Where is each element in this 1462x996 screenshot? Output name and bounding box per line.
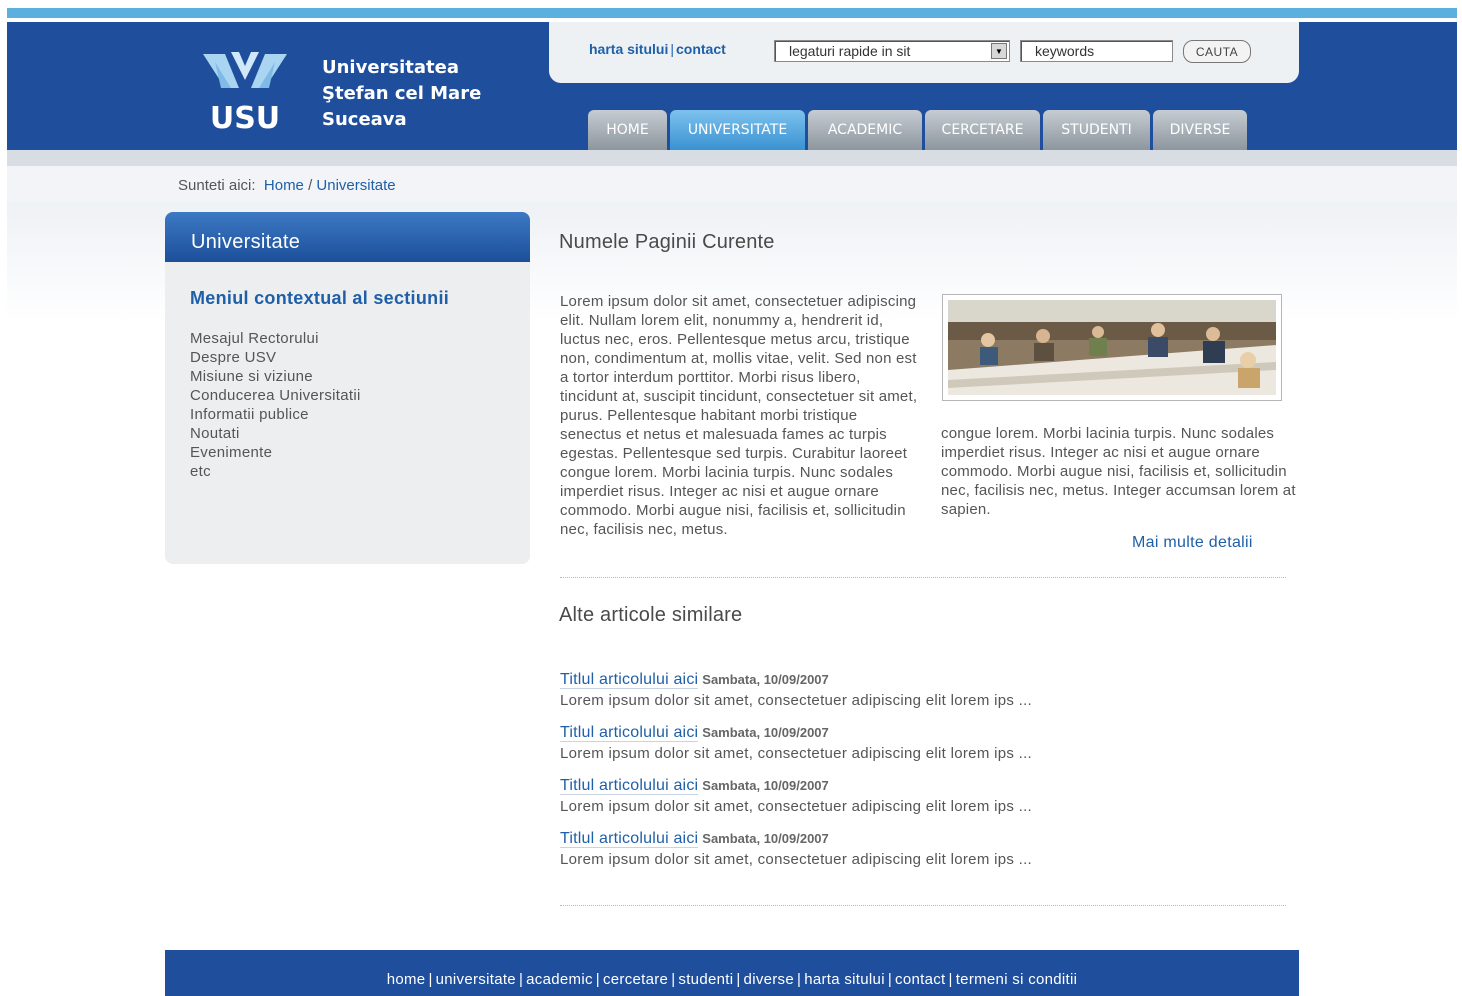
- search-input[interactable]: keywords: [1020, 40, 1173, 62]
- context-menu-item[interactable]: Despre USV: [190, 348, 361, 367]
- breadcrumb-current-link[interactable]: Universitate: [316, 177, 395, 194]
- article-title-link[interactable]: Titlul articolului aici: [560, 671, 699, 689]
- article-summary: Lorem ipsum dolor sit amet, consectetuer…: [560, 692, 1033, 709]
- link-separator: |: [671, 971, 676, 988]
- article-title-link[interactable]: Titlul articolului aici: [560, 830, 699, 848]
- footer-link-diverse[interactable]: diverse: [744, 971, 794, 988]
- article-date: Sambata, 10/09/2007: [702, 725, 829, 740]
- link-separator: |: [595, 971, 600, 988]
- tab-studenti[interactable]: STUDENTI: [1043, 110, 1150, 150]
- context-menu-item[interactable]: Informatii publice: [190, 405, 361, 424]
- list-item: Titlul articolului aici Sambata, 10/09/20…: [560, 829, 1280, 882]
- list-item: Titlul articolului aici Sambata, 10/09/20…: [560, 776, 1280, 829]
- context-menu-item[interactable]: Conducerea Universitatii: [190, 386, 361, 405]
- quick-links-value: legaturi rapide in sit: [789, 43, 911, 59]
- site-footer: home | universitate | academic | cercetare | stu…: [165, 950, 1299, 996]
- footer-links: home | universitate | academic | cercetare | stu…: [165, 971, 1299, 988]
- context-menu-item[interactable]: Mesajul Rectorului: [190, 329, 361, 348]
- article-date: Sambata, 10/09/2007: [702, 778, 829, 793]
- quick-links-select[interactable]: legaturi rapide in sit ▼: [774, 40, 1010, 62]
- university-name[interactable]: Universitatea Ştefan cel Mare Suceava: [322, 55, 481, 133]
- article-summary: Lorem ipsum dolor sit amet, consectetuer…: [560, 745, 1033, 762]
- utility-panel: harta sitului | contact legaturi rapide in…: [549, 22, 1299, 83]
- article-title-link[interactable]: Titlul articolului aici: [560, 777, 699, 795]
- sidebar: Universitate Meniul contextual al sectiu…: [165, 212, 530, 564]
- dotted-divider: [560, 577, 1286, 578]
- tab-diverse[interactable]: DIVERSE: [1153, 110, 1247, 150]
- main-nav-tabs: HOME UNIVERSITATE ACADEMIC CERCETARE STU…: [588, 110, 1250, 150]
- article-body-right: congue lorem. Morbi lacinia turpis. Nunc…: [941, 425, 1296, 518]
- svg-text:USU: USU: [210, 101, 280, 132]
- article-photo: [942, 294, 1282, 401]
- link-separator: |: [518, 971, 524, 988]
- dotted-divider: [560, 905, 1286, 906]
- article-title-link[interactable]: Titlul articolului aici: [560, 724, 699, 742]
- utility-links: harta sitului | contact: [589, 41, 726, 57]
- search-button[interactable]: CAUTA: [1183, 40, 1251, 63]
- search-input-value: keywords: [1035, 43, 1095, 59]
- usv-logo-icon[interactable]: USU: [195, 48, 295, 132]
- page-title: Numele Paginii Curente: [559, 231, 775, 253]
- context-menu-item[interactable]: Noutati: [190, 424, 361, 443]
- article-date: Sambata, 10/09/2007: [702, 672, 829, 687]
- sidebar-header: Universitate: [165, 212, 530, 262]
- breadcrumb-separator: /: [308, 177, 313, 194]
- breadcrumb-home-link[interactable]: Home: [264, 177, 304, 194]
- footer-link-universitate[interactable]: universitate: [436, 971, 516, 988]
- breadcrumb-prefix: Sunteti aici:: [178, 177, 256, 194]
- tab-cercetare[interactable]: CERCETARE: [925, 110, 1040, 150]
- tab-universitate[interactable]: UNIVERSITATE: [670, 110, 805, 150]
- university-name-line: Universitatea: [322, 57, 460, 78]
- link-separator: |: [670, 41, 674, 57]
- university-name-line: Ştefan cel Mare: [322, 83, 482, 104]
- footer-link-studenti[interactable]: studenti: [678, 971, 733, 988]
- link-separator: |: [948, 971, 953, 988]
- article-body-left: Lorem ipsum dolor sit amet, consectetuer…: [560, 293, 918, 538]
- university-name-line: Suceava: [322, 109, 407, 130]
- context-menu-item[interactable]: Evenimente: [190, 443, 361, 462]
- dropdown-arrow-icon[interactable]: ▼: [991, 43, 1007, 59]
- article-summary: Lorem ipsum dolor sit amet, consectetuer…: [560, 851, 1033, 868]
- footer-link-terms[interactable]: termeni si conditii: [956, 971, 1078, 988]
- contact-link[interactable]: contact: [676, 41, 726, 57]
- footer-link-home[interactable]: home: [387, 971, 426, 988]
- list-item: Titlul articolului aici Sambata, 10/09/20…: [560, 670, 1280, 723]
- breadcrumb: Sunteti aici: Home / Universitate: [178, 177, 396, 194]
- sitemap-link[interactable]: harta sitului: [589, 41, 668, 57]
- link-separator: |: [887, 971, 893, 988]
- article-summary: Lorem ipsum dolor sit amet, consectetuer…: [560, 798, 1033, 815]
- footer-link-academic[interactable]: academic: [526, 971, 593, 988]
- context-menu-title: Meniul contextual al sectiunii: [190, 288, 450, 308]
- tab-academic[interactable]: ACADEMIC: [808, 110, 922, 150]
- tab-home[interactable]: HOME: [588, 110, 667, 150]
- link-separator: |: [428, 971, 433, 988]
- more-details-link[interactable]: Mai multe detalii: [1132, 534, 1253, 552]
- footer-link-cercetare[interactable]: cercetare: [603, 971, 668, 988]
- header-shadow-band: [7, 150, 1457, 166]
- context-menu-item[interactable]: Misiune si viziune: [190, 367, 361, 386]
- link-separator: |: [797, 971, 802, 988]
- list-item: Titlul articolului aici Sambata, 10/09/20…: [560, 723, 1280, 776]
- top-accent-stripe: [7, 8, 1457, 18]
- footer-link-contact[interactable]: contact: [895, 971, 945, 988]
- sidebar-title: Universitate: [191, 231, 301, 253]
- similar-articles-title: Alte articole similare: [559, 604, 743, 626]
- link-separator: |: [736, 971, 741, 988]
- article-date: Sambata, 10/09/2007: [702, 831, 829, 846]
- context-menu: Mesajul Rectorului Despre USV Misiune si…: [190, 329, 361, 481]
- footer-link-sitemap[interactable]: harta sitului: [804, 971, 885, 988]
- similar-articles-list: Titlul articolului aici Sambata, 10/09/20…: [560, 670, 1280, 882]
- context-menu-item[interactable]: etc: [190, 462, 361, 481]
- classroom-photo-icon: [948, 300, 1276, 395]
